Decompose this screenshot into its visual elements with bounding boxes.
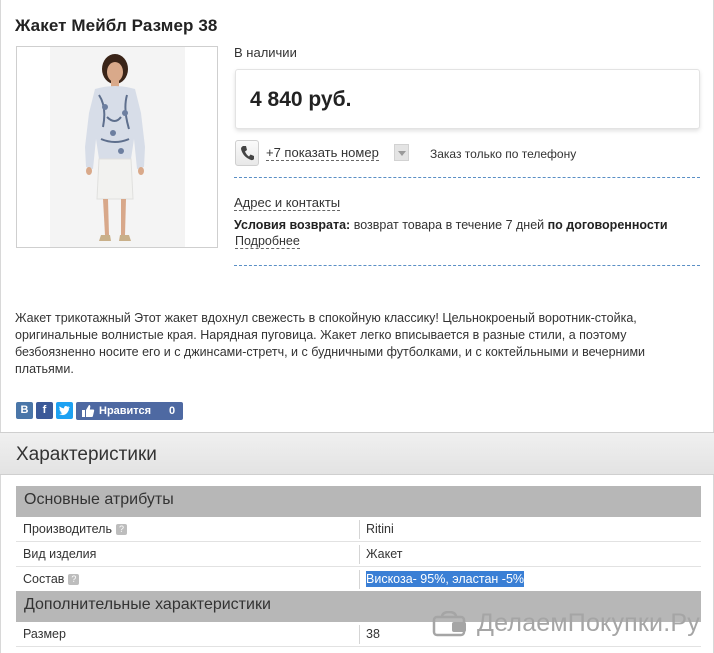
column-divider	[359, 625, 360, 644]
attribute-key: Состав?	[23, 572, 80, 586]
column-divider	[359, 520, 360, 539]
more-details-link[interactable]: Подробнее	[235, 234, 300, 249]
show-phone-link[interactable]: +7 показать номер	[266, 146, 379, 161]
phone-button[interactable]	[235, 140, 259, 166]
phone-order-note: Заказ только по телефону	[430, 147, 577, 161]
stock-status: В наличии	[234, 45, 297, 60]
phone-icon	[241, 146, 254, 161]
contacts-link[interactable]: Адрес и контакты	[234, 196, 341, 211]
like-count: 0	[169, 405, 176, 417]
like-button[interactable]: Нравится 0	[76, 402, 183, 420]
shopping-bag-logo-icon	[432, 611, 466, 637]
watermark: ДелаемПокупки.Ру	[432, 608, 702, 640]
product-title: Жакет Мейбл Размер 38	[15, 16, 218, 35]
column-divider	[359, 570, 360, 589]
price: 4 840 руб.	[250, 88, 352, 111]
return-policy-text: возврат товара в течение 7 дней	[353, 218, 545, 232]
return-policy: Условия возврата: возврат товара в течен…	[234, 218, 668, 232]
attribute-group-header: Основные атрибуты	[16, 486, 701, 517]
attribute-key: Вид изделия	[23, 547, 97, 561]
attribute-key-text: Производитель	[23, 522, 112, 536]
table-row: Состав? Вискоза- 95%, эластан -5%	[16, 567, 701, 592]
like-label: Нравится	[99, 405, 152, 417]
attribute-group-title: Основные атрибуты	[24, 491, 174, 508]
attribute-value-selected: Вискоза- 95%, эластан -5%	[366, 571, 525, 587]
attribute-value: 38	[366, 627, 380, 641]
product-photo-image	[17, 47, 217, 247]
price-box: 4 840 руб.	[235, 69, 700, 129]
divider	[234, 265, 700, 266]
divider	[234, 177, 700, 178]
attribute-key: Производитель?	[23, 522, 127, 536]
attribute-value: Жакет	[366, 547, 403, 561]
help-icon[interactable]: ?	[115, 524, 127, 536]
table-row: Вид изделия Жакет	[16, 542, 701, 567]
characteristics-header: Характеристики	[0, 432, 714, 475]
characteristics-title: Характеристики	[16, 444, 157, 465]
facebook-share-icon[interactable]: f	[36, 402, 53, 419]
attribute-value: Ritini	[366, 522, 394, 536]
twitter-bird-icon	[59, 406, 70, 416]
attribute-key: Размер	[23, 627, 66, 641]
attribute-group-title: Дополнительные характеристики	[24, 596, 271, 613]
vk-share-icon[interactable]: В	[16, 402, 33, 419]
return-policy-label: Условия возврата:	[234, 218, 351, 232]
product-photo[interactable]	[16, 46, 218, 248]
table-row: Производитель? Ritini	[16, 517, 701, 542]
help-icon[interactable]: ?	[68, 574, 80, 586]
product-description: Жакет трикотажный Этот жакет вдохнул све…	[15, 311, 646, 376]
phone-dropdown-chevron-icon[interactable]	[394, 144, 409, 161]
watermark-text: ДелаемПокупки.Ру	[477, 609, 700, 637]
thumbs-up-icon	[82, 405, 95, 417]
phone-row: +7 показать номер Заказ только по телефо…	[235, 140, 705, 166]
return-policy-terms: по договоренности	[547, 218, 668, 232]
twitter-share-icon[interactable]	[56, 402, 73, 419]
attribute-key-text: Состав	[23, 572, 65, 586]
column-divider	[359, 545, 360, 564]
